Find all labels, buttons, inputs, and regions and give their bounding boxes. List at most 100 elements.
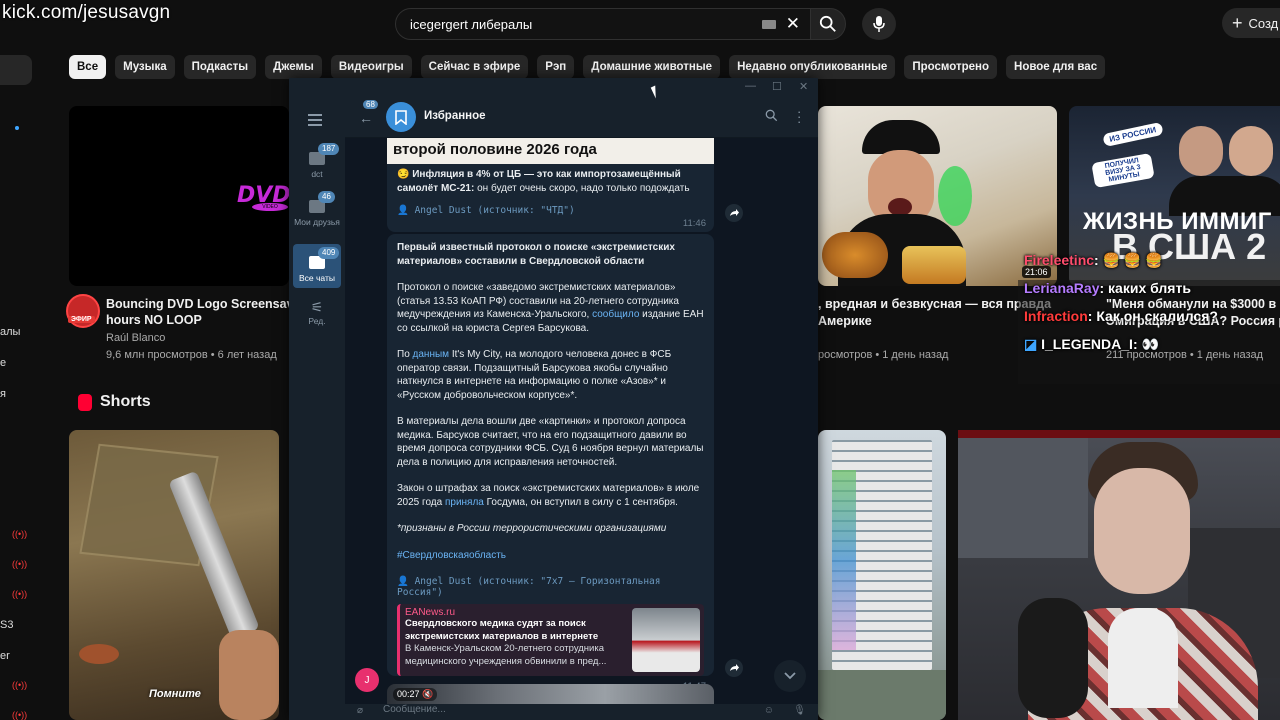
clear-icon[interactable]: ✕ — [786, 14, 800, 34]
chip[interactable]: Подкасты — [183, 55, 257, 79]
sidebar-fragment[interactable]: я — [0, 388, 6, 400]
link-preview[interactable]: EANews.ru Свердловского медика судят за … — [397, 604, 704, 676]
inline-link[interactable]: приняла — [445, 497, 484, 508]
chat-title[interactable]: Избранное — [424, 110, 486, 122]
message-source: 👤 Angel Dust (источник: "7х7 – Горизонта… — [397, 576, 704, 598]
message-list[interactable]: второй половине 2026 года 😏 Инфляция в 4… — [345, 138, 818, 704]
inline-link[interactable]: сообщило — [592, 309, 639, 320]
search-icon[interactable] — [765, 109, 778, 127]
text: Госдума, он вступил в силу с 1 сентября. — [483, 496, 678, 508]
voice-search-button[interactable] — [862, 8, 896, 40]
search-icon — [819, 15, 836, 32]
chevron-down-icon — [784, 672, 796, 680]
preview-title: Свердловского медика судят за поиск экст… — [405, 618, 599, 642]
sidebar-fragment[interactable]: е — [0, 357, 6, 369]
thumb-badge: ПОЛУЧИЛ ВИЗУ ЗА 3 МИНУТЫ — [1091, 152, 1155, 189]
input-placeholder: Сообщение... — [383, 704, 446, 715]
microphone — [1018, 598, 1088, 718]
sidebar-fragment[interactable]: S3 — [0, 619, 13, 631]
folder-edit[interactable]: ⚟ Ред. — [293, 299, 341, 326]
menu-icon[interactable] — [308, 114, 322, 126]
unread-badge: 46 — [318, 191, 335, 203]
search-button[interactable] — [810, 8, 846, 40]
create-button[interactable]: + Созд — [1222, 8, 1280, 38]
short-thumbnail[interactable] — [818, 430, 946, 720]
preview-site: EANews.ru — [405, 607, 456, 618]
chip[interactable]: Домашние животные — [583, 55, 721, 79]
video-title[interactable]: hours NO LOOP — [106, 312, 202, 328]
chip[interactable]: Новое для вас — [1006, 55, 1106, 79]
chat-text: : 🍔 🍔 🍔 — [1094, 252, 1163, 268]
source-text: Angel Dust (источник: "ЧТД") — [414, 205, 575, 216]
edit-sliders-icon: ⚟ — [310, 299, 324, 315]
chat-text: : Как он скалился? — [1087, 308, 1218, 324]
scroll-down-button[interactable] — [774, 660, 806, 692]
source-text: Angel Dust (источник: "7х7 – Горизонталь… — [397, 576, 661, 598]
chip[interactable]: Недавно опубликованные — [729, 55, 896, 79]
back-unread-badge: 68 — [363, 100, 378, 109]
chip[interactable]: Музыка — [115, 55, 175, 79]
wall — [958, 438, 1088, 558]
green-effect — [938, 166, 972, 226]
short-thumbnail[interactable]: Помните — [69, 430, 279, 720]
chip[interactable]: Видеоигры — [330, 55, 412, 79]
message-bubble[interactable]: второй половине 2026 года 😏 Инфляция в 4… — [387, 138, 714, 232]
back-arrow-icon[interactable]: ← — [359, 110, 373, 126]
message-headline: Первый известный протокол о поиске «экст… — [397, 242, 675, 267]
emoji-icon[interactable]: ☺ — [764, 705, 774, 716]
tshirt — [1108, 608, 1178, 708]
video-title[interactable]: , вредная и безвкусная — вся правда — [818, 296, 1051, 312]
sidebar-active-pill[interactable] — [0, 55, 32, 85]
microphone-icon[interactable]: 🎙 — [793, 705, 806, 716]
folder-label: Все чаты — [299, 273, 335, 283]
chip[interactable]: Просмотрено — [904, 55, 998, 79]
video-title[interactable]: Bouncing DVD Logo Screensaver 4 — [106, 296, 316, 312]
folder-all-chats[interactable]: 409 Все чаты — [293, 244, 341, 288]
shorts-header: Shorts — [78, 393, 151, 411]
folder-label: dct — [311, 169, 323, 179]
folder-dct[interactable]: 187 dct — [293, 143, 341, 179]
shorts-title: Shorts — [100, 393, 151, 410]
sidebar-fragment[interactable]: er — [0, 650, 10, 662]
inline-link[interactable]: данным — [413, 349, 450, 360]
more-vertical-icon[interactable]: · · · — [797, 105, 801, 128]
chat-message: Infraction: Как он скалился? — [1024, 308, 1218, 324]
video-thumbnail[interactable] — [818, 106, 1057, 286]
chip[interactable]: Рэп — [537, 55, 575, 79]
forward-icon[interactable] — [725, 659, 743, 677]
keyboard-icon[interactable] — [762, 20, 776, 29]
sender-avatar[interactable]: J — [355, 668, 379, 692]
message-source: 👤 Angel Dust (источник: "ЧТД") — [387, 199, 714, 216]
hashtag-link[interactable]: #Свердловскаяобласть — [397, 549, 704, 563]
live-icon: ((•)) — [12, 529, 28, 539]
unread-badge: 187 — [318, 143, 340, 155]
chip[interactable]: Все — [69, 55, 107, 79]
chip[interactable]: Сейчас в эфире — [420, 55, 529, 79]
message-bubble[interactable]: Первый известный протокол о поиске «экст… — [387, 234, 714, 692]
chip[interactable]: Джемы — [265, 55, 322, 79]
maximize-icon[interactable]: ☐ — [772, 80, 782, 93]
microphone-icon — [873, 16, 885, 32]
text: По — [397, 349, 413, 360]
chat-user: LerianaRay — [1024, 280, 1100, 296]
message-input[interactable]: ⌀ Сообщение... ☺ 🎙 — [345, 704, 818, 720]
face — [1179, 126, 1223, 176]
forward-icon[interactable] — [725, 204, 743, 222]
sidebar-fragment[interactable]: алы — [0, 326, 20, 338]
channel-name[interactable]: Raúl Blanco — [106, 332, 165, 344]
face — [1229, 126, 1273, 176]
folder-friends[interactable]: 46 Мои друзья — [293, 191, 341, 228]
close-icon[interactable]: ✕ — [799, 80, 808, 93]
mute-icon[interactable]: 🔇 — [422, 689, 433, 699]
dvd-logo-sub: VIDEO — [252, 203, 288, 211]
plus-icon: + — [1232, 12, 1243, 33]
message-image[interactable]: второй половине 2026 года — [387, 138, 714, 164]
video-message[interactable]: 00:27 🔇 — [387, 684, 714, 704]
attach-icon[interactable]: ⌀ — [357, 705, 363, 716]
search-input[interactable]: icegergert либералы ✕ — [395, 8, 811, 40]
folder-label: Ред. — [308, 316, 326, 326]
window-titlebar[interactable] — [289, 78, 818, 96]
minimize-icon[interactable]: — — [745, 80, 756, 92]
saved-messages-icon[interactable] — [386, 102, 416, 132]
video-title[interactable]: Америке — [818, 313, 872, 329]
